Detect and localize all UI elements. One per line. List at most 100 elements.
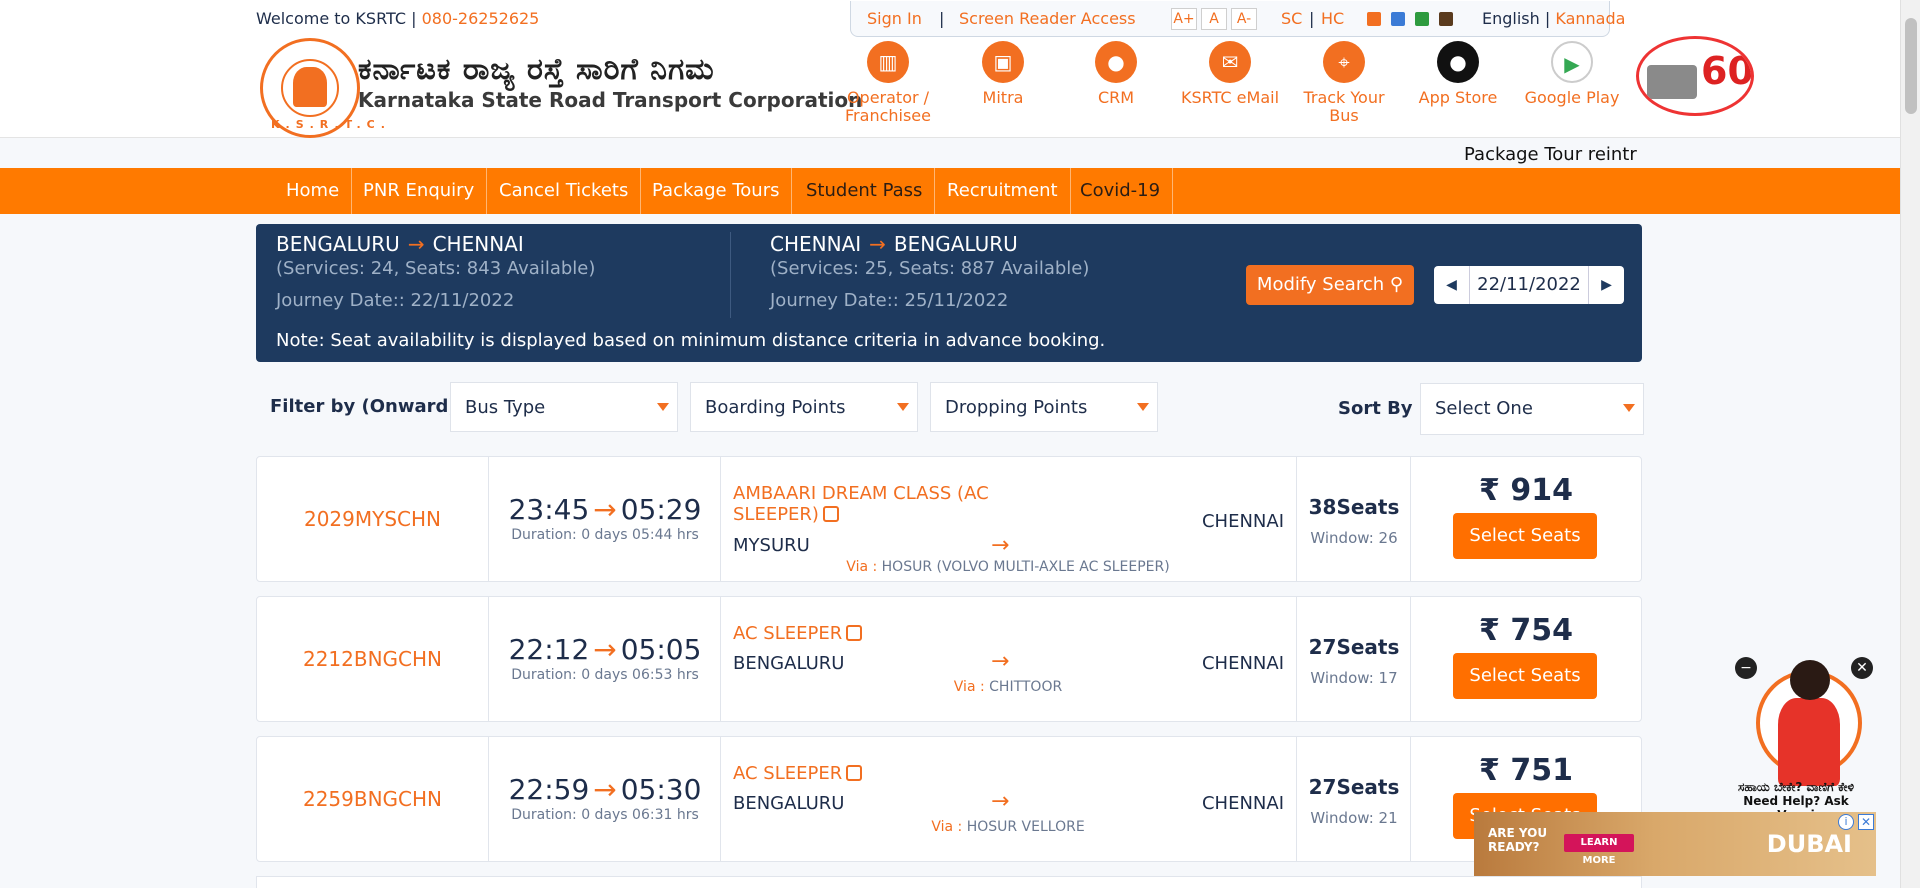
window-seats: Window: 26 bbox=[1310, 529, 1398, 547]
filter-label: Filter by (Onward) bbox=[270, 396, 457, 417]
quick-link-track-bus[interactable]: ⌖ Track Your Bus bbox=[1289, 41, 1399, 125]
sort-by-value: Select One bbox=[1435, 398, 1533, 419]
onward-route: BENGALURU → CHENNAI bbox=[276, 232, 524, 256]
boarding-points-dropdown[interactable]: Boarding Points bbox=[690, 382, 918, 432]
caret-down-icon bbox=[1137, 403, 1149, 411]
mail-icon: ✉ bbox=[1209, 41, 1251, 83]
route-divider bbox=[730, 232, 731, 318]
select-seats-button[interactable]: Select Seats bbox=[1453, 513, 1597, 559]
service-number[interactable]: 2212BNGCHN bbox=[257, 597, 489, 721]
nav-home[interactable]: Home bbox=[274, 168, 353, 214]
departure-time: 23:45 bbox=[508, 493, 590, 526]
theme-green-swatch[interactable] bbox=[1415, 12, 1429, 26]
advertisement-banner[interactable]: ARE YOU READY? LEARN MORE DUBAI i ✕ bbox=[1474, 812, 1876, 876]
route-cell: AC SLEEPER BENGALURU → CHENNAI Via : HOS… bbox=[721, 737, 1297, 861]
quick-link-label: App Store bbox=[1418, 88, 1498, 107]
nav-covid-19[interactable]: Covid-19 bbox=[1068, 168, 1174, 214]
next-date-button[interactable]: ▶ bbox=[1588, 266, 1624, 304]
quick-link-label: Google Play bbox=[1524, 88, 1620, 107]
theme-brown-swatch[interactable] bbox=[1439, 12, 1453, 26]
return-journey-date: Journey Date:: 25/11/2022 bbox=[770, 290, 1009, 311]
bus-type-dropdown[interactable]: Bus Type bbox=[450, 382, 678, 432]
arrow-icon: → bbox=[593, 633, 617, 666]
page-scrollbar[interactable] bbox=[1900, 0, 1920, 888]
sort-by-dropdown[interactable]: Select One bbox=[1420, 383, 1644, 435]
ksrtc-logo[interactable]: K.S.R.T.C. bbox=[260, 38, 391, 138]
timing-cell: 22:12 → 05:05 Duration: 0 days 06:53 hrs bbox=[489, 597, 721, 721]
arrival-time: 05:29 bbox=[620, 493, 702, 526]
bus-result-row: 2212BNGCHN 22:12 → 05:05 Duration: 0 days … bbox=[256, 596, 1642, 722]
service-number[interactable]: 2259BNGCHN bbox=[257, 737, 489, 861]
bus-type: AMBAARI DREAM CLASS (AC SLEEPER) bbox=[733, 483, 1033, 525]
available-seats: 38Seats bbox=[1308, 495, 1400, 519]
departure-arrival: 22:12 → 05:05 bbox=[489, 633, 721, 666]
ad-close-icon[interactable]: ✕ bbox=[1858, 814, 1874, 830]
quick-link-mitra[interactable]: ▣ Mitra bbox=[948, 41, 1058, 107]
logo-letters: K.S.R.T.C. bbox=[271, 118, 391, 131]
route-arrow-icon: → bbox=[869, 232, 886, 256]
ask-vaani-widget[interactable]: ಸಹಾಯ ಬೇಕೇ? ವಾಣಿಗೆ ಕೇಳಿ Need Help? Ask Va… bbox=[1726, 656, 1866, 822]
sc-contrast-link[interactable]: SC bbox=[1281, 9, 1302, 28]
select-seats-button[interactable]: Select Seats bbox=[1453, 653, 1597, 699]
sign-in-link[interactable]: Sign In bbox=[867, 9, 922, 28]
quick-link-email[interactable]: ✉ KSRTC eMail bbox=[1175, 41, 1285, 107]
news-ticker[interactable]: Package Tour reintr bbox=[1464, 144, 1637, 165]
destination: CHENNAI bbox=[1201, 793, 1284, 814]
contrast-separator: | bbox=[1309, 9, 1315, 28]
origin: BENGALURU bbox=[733, 793, 845, 814]
nav-student-pass[interactable]: Student Pass bbox=[794, 168, 936, 214]
nav-package-tours[interactable]: Package Tours bbox=[640, 168, 793, 214]
ad-learn-more-button[interactable]: LEARN MORE bbox=[1564, 834, 1634, 866]
departure-arrival: 23:45 → 05:29 bbox=[489, 493, 721, 526]
font-decrease-button[interactable]: A- bbox=[1231, 8, 1257, 30]
font-increase-button[interactable]: A+ bbox=[1171, 8, 1197, 30]
dropping-points-dropdown[interactable]: Dropping Points bbox=[930, 382, 1158, 432]
onward-services: (Services: 24, Seats: 843 Available) bbox=[276, 258, 596, 279]
caret-down-icon bbox=[1623, 404, 1635, 412]
lang-kannada-link[interactable]: Kannada bbox=[1555, 9, 1625, 28]
timing-cell: 22:59 → 05:30 Duration: 0 days 06:31 hrs bbox=[489, 737, 721, 861]
selected-date[interactable]: 22/11/2022 bbox=[1470, 266, 1588, 304]
seats-cell: 38Seats Window: 26 bbox=[1297, 457, 1411, 581]
via-info: Via : HOSUR VELLORE bbox=[721, 819, 1295, 835]
fare: ₹ 754 bbox=[1479, 613, 1573, 648]
quick-link-label: Operator / Franchisee bbox=[845, 88, 931, 125]
arrow-icon: → bbox=[593, 493, 617, 526]
bus-type-label: AMBAARI DREAM CLASS (AC SLEEPER) bbox=[733, 483, 989, 525]
quick-link-label: CRM bbox=[1097, 88, 1135, 107]
search-summary-panel: BENGALURU → CHENNAI (Services: 24, Seats: … bbox=[256, 224, 1642, 362]
ad-info-icon[interactable]: i bbox=[1838, 814, 1854, 830]
departure-time: 22:12 bbox=[508, 633, 590, 666]
quick-link-operator[interactable]: ▥ Operator / Franchisee bbox=[833, 41, 943, 125]
scrollbar-thumb[interactable] bbox=[1905, 18, 1917, 114]
close-icon[interactable]: ✕ bbox=[1851, 657, 1873, 679]
bus-icon bbox=[846, 765, 863, 781]
welcome-text: Welcome to KSRTC | 080-26252625 bbox=[256, 9, 539, 28]
theme-orange-swatch[interactable] bbox=[1367, 12, 1381, 26]
theme-blue-swatch[interactable] bbox=[1391, 12, 1405, 26]
vaani-avatar-head bbox=[1790, 660, 1830, 700]
service-number[interactable]: 2029MYSCHN bbox=[257, 457, 489, 581]
helpline-phone[interactable]: 080-26252625 bbox=[422, 9, 540, 28]
badge-bus-image bbox=[1647, 65, 1697, 99]
via-info: Via : CHITTOOR bbox=[721, 679, 1295, 695]
screen-reader-link[interactable]: Screen Reader Access bbox=[959, 9, 1136, 28]
font-normal-button[interactable]: A bbox=[1201, 8, 1227, 30]
apple-icon: ● bbox=[1437, 41, 1479, 83]
site-header: Welcome to KSRTC | 080-26252625 K.S.R.T.… bbox=[0, 0, 1900, 138]
quick-link-google-play[interactable]: ▶ Google Play bbox=[1517, 41, 1627, 107]
minimize-icon[interactable]: − bbox=[1735, 657, 1757, 679]
quick-link-app-store[interactable]: ● App Store bbox=[1403, 41, 1513, 107]
modify-search-label: Modify Search bbox=[1256, 274, 1385, 295]
seats-cell: 27Seats Window: 17 bbox=[1297, 597, 1411, 721]
nav-pnr-enquiry[interactable]: PNR Enquiry bbox=[351, 168, 488, 214]
modify-search-button[interactable]: Modify Search ⚲ bbox=[1246, 265, 1414, 305]
nav-recruitment[interactable]: Recruitment bbox=[935, 168, 1071, 214]
prev-date-button[interactable]: ◀ bbox=[1434, 266, 1470, 304]
utility-separator: | bbox=[939, 9, 945, 28]
quick-link-crm[interactable]: ● CRM bbox=[1061, 41, 1171, 107]
seat-availability-note: Note: Seat availability is displayed bas… bbox=[276, 330, 1106, 351]
nav-cancel-tickets[interactable]: Cancel Tickets bbox=[487, 168, 642, 214]
lang-english-link[interactable]: English bbox=[1482, 9, 1540, 28]
hc-contrast-link[interactable]: HC bbox=[1321, 9, 1344, 28]
